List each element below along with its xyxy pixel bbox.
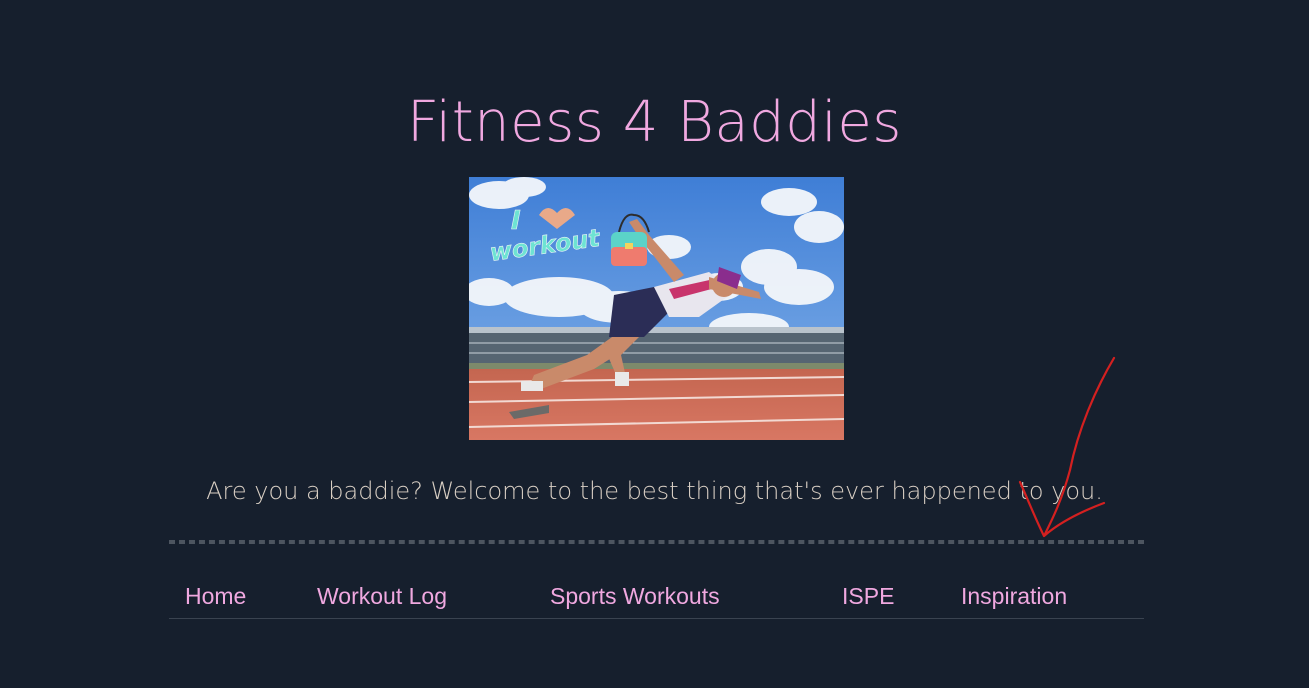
nav-link-ispe[interactable]: ISPE xyxy=(842,582,894,610)
page: Fitness 4 Baddies I workout Are you a ba… xyxy=(0,0,1309,688)
sticker-text-i: I xyxy=(511,206,521,236)
page-title: Fitness 4 Baddies xyxy=(407,90,902,155)
nav-link-home[interactable]: Home xyxy=(185,582,246,610)
main-nav: Home Workout Log Sports Workouts ISPE In… xyxy=(169,574,1144,619)
hero-image: I workout xyxy=(469,177,844,440)
nav-link-workout-log[interactable]: Workout Log xyxy=(317,582,447,610)
nav-link-sports-workouts[interactable]: Sports Workouts xyxy=(550,582,720,610)
tagline: Are you a baddie? Welcome to the best th… xyxy=(206,477,1103,505)
section-divider xyxy=(169,540,1144,544)
nav-link-inspiration[interactable]: Inspiration xyxy=(961,582,1067,610)
